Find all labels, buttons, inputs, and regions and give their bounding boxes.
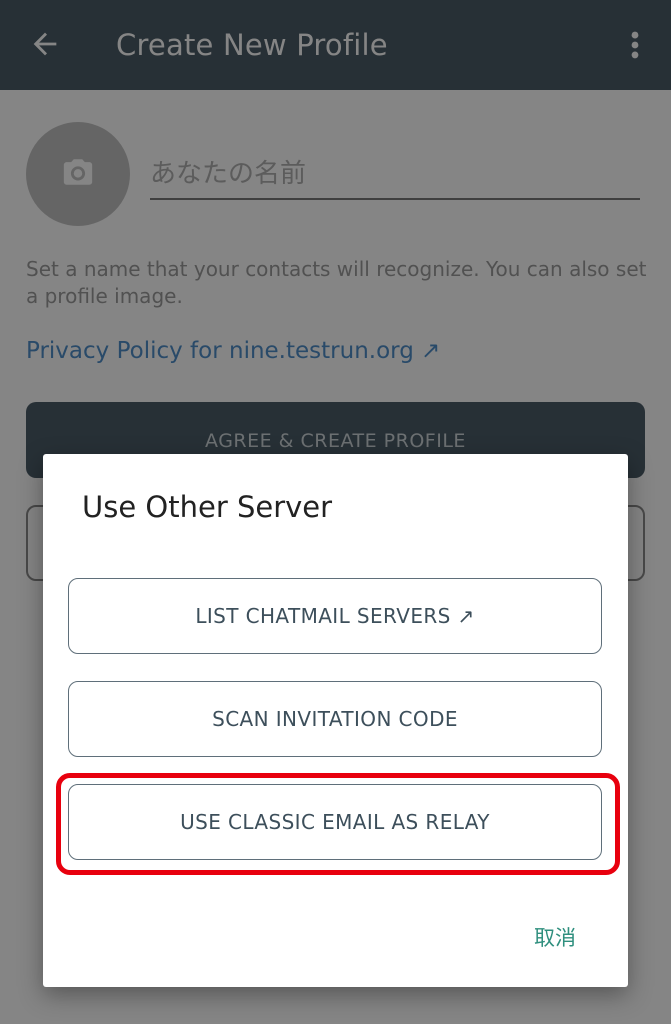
use-other-server-dialog: Use Other Server LIST CHATMAIL SERVERS ↗… [43, 454, 628, 987]
option-label: USE CLASSIC EMAIL AS RELAY [180, 810, 490, 834]
option-label: LIST CHATMAIL SERVERS ↗ [195, 604, 475, 628]
option-label: SCAN INVITATION CODE [212, 707, 458, 731]
list-chatmail-servers-button[interactable]: LIST CHATMAIL SERVERS ↗ [68, 578, 602, 654]
scan-invitation-code-button[interactable]: SCAN INVITATION CODE [68, 681, 602, 757]
dialog-title: Use Other Server [82, 490, 333, 524]
cancel-button[interactable]: 取消 [534, 922, 576, 952]
use-classic-email-button[interactable]: USE CLASSIC EMAIL AS RELAY [68, 784, 602, 860]
